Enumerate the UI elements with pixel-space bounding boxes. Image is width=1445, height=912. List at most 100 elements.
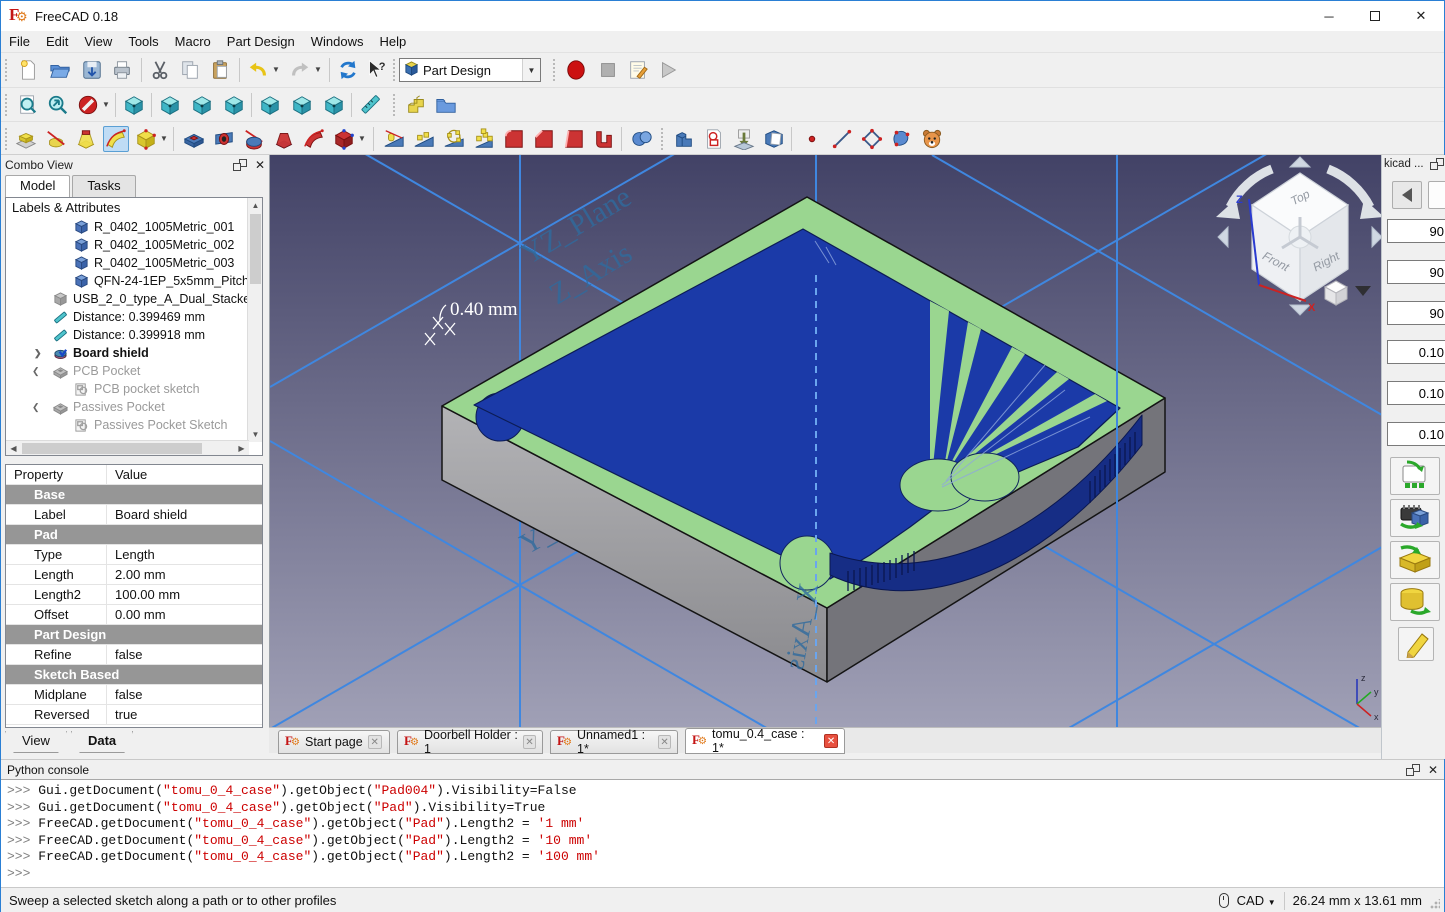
macro-edit-button[interactable] (625, 57, 651, 83)
chamfer-button[interactable] (531, 126, 557, 152)
property-row-length2[interactable]: Length2100.00 mm (6, 585, 262, 605)
load-footprint-button[interactable] (1390, 457, 1440, 495)
float-panel-icon[interactable] (233, 159, 247, 171)
load-library-button[interactable] (1390, 583, 1440, 621)
boolean-button[interactable] (629, 126, 655, 152)
python-console-output[interactable]: >>> Gui.getDocument("tomu_0_4_case").get… (1, 779, 1444, 888)
toolbar-grip[interactable] (553, 59, 557, 81)
carbon-copy-dog-button[interactable] (919, 126, 945, 152)
kicad-blank-button[interactable] (1428, 181, 1445, 209)
toolbar-grip[interactable] (5, 59, 9, 81)
toolbar-grip[interactable] (5, 128, 9, 150)
tab-tasks[interactable]: Tasks (72, 175, 135, 197)
menu-part-design[interactable]: Part Design (219, 32, 303, 51)
close-tab-icon[interactable]: ✕ (523, 735, 536, 749)
tree-item[interactable]: USB_2_0_type_A_Dual_Stacked_jac (6, 290, 262, 308)
top-view-button[interactable] (189, 92, 215, 118)
macro-record-button[interactable] (563, 57, 589, 83)
macro-execute-button[interactable] (655, 57, 681, 83)
export-model-button[interactable] (1390, 499, 1440, 537)
axonometric-view-button[interactable] (121, 92, 147, 118)
property-group-part-design[interactable]: Part Design (6, 625, 262, 645)
tab-data[interactable]: Data (71, 731, 133, 753)
groove-button[interactable] (241, 126, 267, 152)
close-tab-icon[interactable]: ✕ (824, 734, 838, 748)
tree-vertical-scrollbar[interactable]: ▲▼ (247, 198, 262, 442)
left-view-button[interactable] (321, 92, 347, 118)
refresh-button[interactable] (335, 57, 361, 83)
cut-button[interactable] (147, 57, 173, 83)
tree-item[interactable]: ❮PCB Pocket (6, 362, 262, 380)
property-row-refine[interactable]: Refinefalse (6, 645, 262, 665)
property-row-reversed[interactable]: Reversedtrue (6, 705, 262, 725)
tab-view[interactable]: View (5, 731, 67, 753)
tab-doorbell-holder[interactable]: F⚙ Doorbell Holder : 1 ✕ (397, 730, 543, 754)
subtractive-loft-button[interactable] (271, 126, 297, 152)
tree-item[interactable]: ❮Passives Pocket (6, 398, 262, 416)
property-group-sketch-based[interactable]: Sketch Based (6, 665, 262, 685)
multitransform-button[interactable] (471, 126, 497, 152)
draw-style-dropdown[interactable]: ▼ (101, 100, 111, 109)
undo-dropdown[interactable]: ▼ (271, 65, 281, 74)
print-button[interactable] (109, 57, 135, 83)
tree-horizontal-scrollbar[interactable]: ◀▶ (6, 440, 249, 455)
front-view-button[interactable] (157, 92, 183, 118)
float-panel-icon[interactable] (1406, 764, 1420, 776)
rotation-y-field[interactable] (1387, 260, 1445, 284)
tree-item-board-shield[interactable]: ❯Board shield (6, 344, 262, 362)
toolbar-grip[interactable] (393, 94, 397, 116)
fit-all-button[interactable] (15, 92, 41, 118)
tree-item[interactable]: Passives Pocket Sketch (6, 416, 262, 434)
menu-tools[interactable]: Tools (120, 32, 166, 51)
sketch-line-button[interactable] (829, 126, 855, 152)
mini-cube-icon[interactable] (1325, 281, 1347, 305)
mirrored-button[interactable] (381, 126, 407, 152)
load-step-button[interactable] (1390, 541, 1440, 579)
menu-help[interactable]: Help (371, 32, 414, 51)
new-document-button[interactable] (15, 57, 41, 83)
sketch-bspline-button[interactable] (889, 126, 915, 152)
part-step-button[interactable] (403, 92, 429, 118)
offset-x-field[interactable] (1387, 340, 1445, 364)
tab-tomu-case[interactable]: F⚙ tomu_0.4_case : 1* ✕ (685, 728, 845, 754)
toolbar-grip[interactable] (5, 94, 9, 116)
resize-grip[interactable] (1430, 899, 1440, 909)
additive-loft-button[interactable] (73, 126, 99, 152)
expand-arrow-icon[interactable]: ❯ (34, 348, 42, 359)
property-group-pad[interactable]: Pad (6, 525, 262, 545)
hole-button[interactable] (211, 126, 237, 152)
edit-button[interactable] (1398, 627, 1434, 661)
close-panel-icon[interactable]: ✕ (255, 158, 265, 172)
close-button[interactable]: ✕ (1398, 1, 1444, 31)
menu-file[interactable]: File (1, 32, 38, 51)
additive-primitive-button[interactable] (133, 126, 159, 152)
redo-button[interactable] (287, 57, 313, 83)
fit-selection-button[interactable] (45, 92, 71, 118)
draw-style-button[interactable] (75, 92, 101, 118)
tab-start-page[interactable]: F⚙ Start page ✕ (278, 730, 390, 754)
collapse-arrow-icon[interactable]: ❮ (32, 402, 40, 413)
workbench-selector[interactable]: Part Design ▼ (399, 58, 541, 82)
menu-edit[interactable]: Edit (38, 32, 76, 51)
sketch-shape-button[interactable] (859, 126, 885, 152)
property-row-label[interactable]: LabelBoard shield (6, 505, 262, 525)
subtractive-sweep-button[interactable] (301, 126, 327, 152)
tree-item[interactable]: Distance: 0.399918 mm (6, 326, 262, 344)
thickness-button[interactable] (591, 126, 617, 152)
tree-item[interactable]: QFN-24-1EP_5x5mm_Pitch0.65 (6, 272, 262, 290)
macro-stop-button[interactable] (595, 57, 621, 83)
maximize-button[interactable] (1352, 1, 1398, 31)
toolbar-grip[interactable] (393, 59, 397, 81)
menu-windows[interactable]: Windows (303, 32, 372, 51)
additive-sweep-button[interactable] (103, 126, 129, 152)
sketch-point-button[interactable] (799, 126, 825, 152)
rear-view-button[interactable] (257, 92, 283, 118)
collapse-arrow-icon[interactable]: ❮ (32, 366, 40, 377)
redo-dropdown[interactable]: ▼ (313, 65, 323, 74)
nav-dropdown-icon[interactable] (1355, 286, 1371, 296)
rotation-x-field[interactable] (1387, 219, 1445, 243)
minimize-button[interactable]: ─ (1306, 1, 1352, 31)
offset-y-field[interactable] (1387, 381, 1445, 405)
nav-style-selector[interactable]: CAD ▼ (1237, 893, 1276, 908)
polar-pattern-button[interactable] (441, 126, 467, 152)
